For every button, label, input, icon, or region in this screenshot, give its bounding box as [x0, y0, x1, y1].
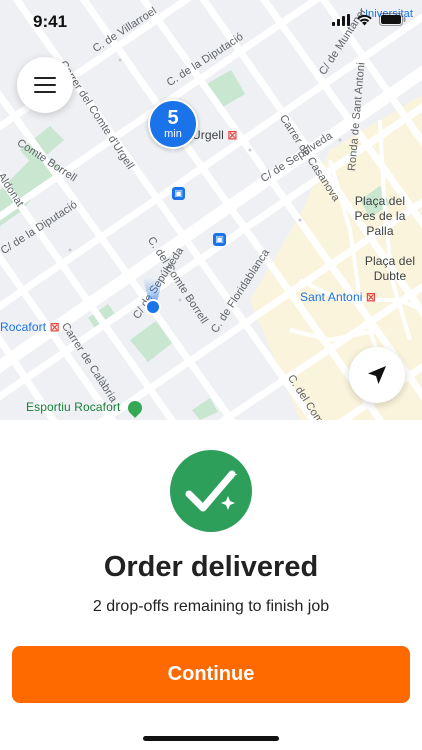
- bus-stop-icon[interactable]: ▣: [172, 187, 185, 200]
- map-label-pes-palla: Plaça del Pes de la Palla: [354, 194, 406, 238]
- sheet-title: Order delivered: [103, 551, 319, 583]
- signal-icon: [332, 13, 350, 26]
- place-pin-icon: [124, 397, 145, 418]
- menu-button[interactable]: [17, 57, 73, 113]
- current-location-marker: [140, 276, 166, 316]
- bus-stop-icon[interactable]: ▣: [213, 233, 226, 246]
- eta-unit: min: [164, 127, 182, 140]
- map-label-esportiu-rocafort: Esportiu Rocafort: [26, 397, 145, 418]
- status-icons: [332, 13, 406, 26]
- home-indicator[interactable]: [143, 736, 279, 741]
- metro-icon: ⊠: [365, 290, 377, 304]
- app-screen: C. de Villarroel Carrer del Comte d'Urge…: [0, 0, 422, 750]
- status-time: 9:41: [33, 12, 68, 31]
- map-label-urgell-station: Urgell ⊠: [192, 128, 238, 142]
- location-heading-icon: [143, 278, 163, 315]
- continue-button[interactable]: Continue: [12, 646, 410, 703]
- map-label-placa-dubte: Plaça del Dubte: [364, 254, 416, 283]
- metro-icon: ⊠: [227, 128, 238, 142]
- navigation-arrow-icon: [368, 366, 386, 384]
- check-sparkle-icon: [170, 450, 252, 532]
- eta-pin[interactable]: 5 min: [148, 99, 198, 149]
- map-label-rocafort-station: Rocafort ⊠: [0, 320, 60, 334]
- wifi-icon: [357, 14, 372, 25]
- map-label-sant-antoni: Sant Antoni ⊠: [300, 290, 377, 304]
- eta-value: 5: [167, 106, 179, 129]
- battery-icon: [379, 13, 406, 26]
- recenter-button[interactable]: [349, 347, 405, 403]
- sheet-subtitle: 2 drop-offs remaining to finish job: [92, 598, 330, 615]
- hamburger-menu-icon: [34, 77, 56, 93]
- status-bar: 9:41: [0, 0, 422, 44]
- delivery-sheet: Order delivered 2 drop-offs remaining to…: [0, 420, 422, 750]
